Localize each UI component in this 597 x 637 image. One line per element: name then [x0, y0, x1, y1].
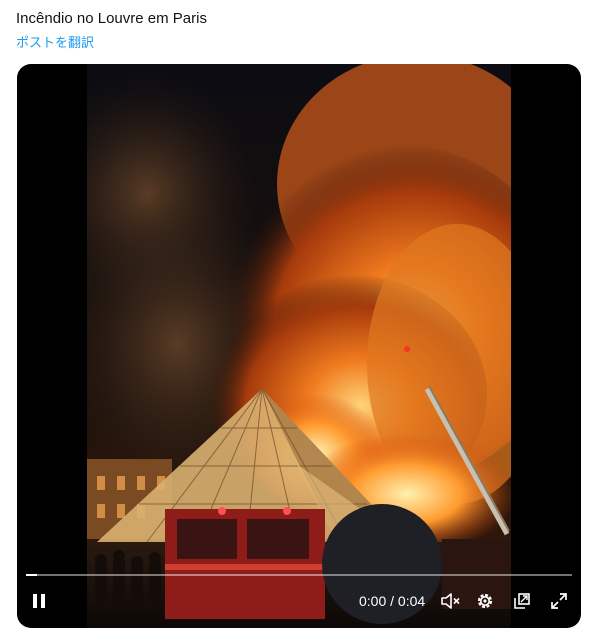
- post-text: Incêndio no Louvre em Paris: [16, 10, 207, 27]
- pause-icon: [33, 594, 45, 608]
- translate-post-link[interactable]: ポストを翻訳: [16, 35, 94, 51]
- mute-button[interactable]: [438, 588, 464, 614]
- time-display: 0:00 / 0:04: [359, 592, 425, 610]
- video-player[interactable]: 0:00 / 0:04: [17, 64, 581, 628]
- volume-muted-icon: [441, 593, 460, 609]
- pop-out-button[interactable]: [509, 588, 535, 614]
- video-frame[interactable]: [87, 64, 511, 628]
- video-controls: 0:00 / 0:04: [17, 576, 581, 628]
- pause-button[interactable]: [26, 588, 52, 614]
- fullscreen-button[interactable]: [546, 588, 572, 614]
- pop-out-icon: [514, 593, 530, 609]
- gear-icon: [477, 593, 493, 609]
- current-time: 0:00: [359, 593, 387, 609]
- duration: 0:04: [397, 593, 426, 609]
- video-still-image: [87, 64, 511, 628]
- settings-button[interactable]: [472, 588, 498, 614]
- time-separator: /: [390, 593, 395, 609]
- fullscreen-icon: [551, 593, 567, 609]
